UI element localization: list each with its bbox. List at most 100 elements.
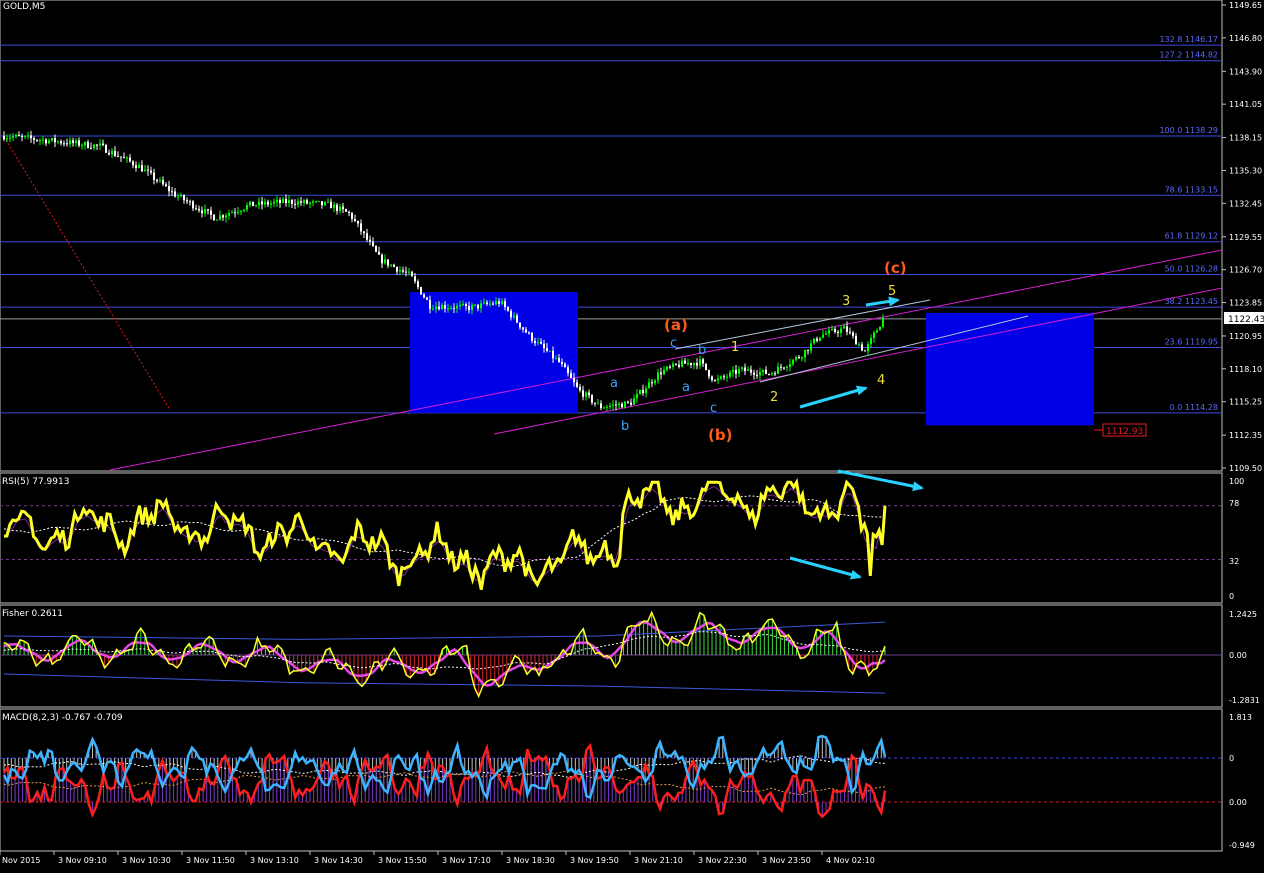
candle-body [435,306,437,309]
candle-body [720,376,722,379]
candle-body [249,201,251,206]
candle-body [108,152,110,155]
candle-body [495,301,497,305]
main-title: GOLD,M5 [3,2,45,12]
rsi-panel-frame [0,472,1223,604]
candle-body [642,389,644,394]
candle-body [438,306,440,310]
main-price-panel: 132.8 1146.17 127.2 1144.82 100.0 1138.29 7… [0,35,1223,471]
fisher-tick-label: 0.00 [1229,651,1247,660]
wave-label-4: 4 [877,373,885,388]
fibo-label: 127.2 1144.82 [1159,51,1218,60]
chart-svg[interactable]: 132.8 1146.17 127.2 1144.82 100.0 1138.29 7… [0,0,1264,869]
candle-body [855,335,857,345]
candle-body [615,404,617,406]
price-tick-label: 1120.95 [1229,332,1262,341]
candle-body [612,404,614,406]
wave-label-a2: a [682,380,690,395]
candle-body [834,329,836,333]
rsi-tick-label: 32 [1229,557,1239,566]
candle-body [774,373,776,375]
candle-body [627,401,629,403]
candle-body [525,329,527,333]
candle-body [558,357,560,362]
candle-body [762,369,764,372]
candle-body [696,363,698,366]
candle-body [507,307,509,311]
candle-body [273,201,275,204]
time-tick-label: 3 Nov 15:50 [378,856,427,865]
candle-body [564,363,566,368]
candle-body [801,357,803,359]
price-tick-label: 1118.10 [1229,365,1262,374]
chart-stage[interactable]: 132.8 1146.17 127.2 1144.82 100.0 1138.29 7… [0,0,1264,869]
candle-body [882,317,884,327]
fisher-tick-label: 1.2425 [1229,610,1257,619]
candle-body [306,200,308,204]
time-tick-label: 4 Nov 02:10 [826,856,875,865]
fibo-label: 132.8 1146.17 [1159,35,1218,44]
time-tick-label: 3 Nov 09:10 [58,856,107,865]
candle-body [531,333,533,341]
fibo-label: 78.6 1133.15 [1165,185,1218,194]
candle-body [480,303,482,309]
candle-body [663,369,665,375]
candle-body [174,191,176,197]
candle-body [360,223,362,232]
candle-body [600,403,602,409]
candle-body [702,359,704,364]
candle-body [585,392,587,397]
target-price-label: 1112.93 [1106,427,1143,437]
candle-body [291,200,293,204]
candle-body [183,195,185,201]
candle-body [225,215,227,218]
candle-body [126,157,128,159]
candle-body [315,201,317,203]
fisher-panel [0,610,1222,699]
candle-body [258,201,260,206]
candle-body [471,305,473,310]
wave-label-b1: b [621,419,629,434]
candle-body [633,398,635,405]
candle-body [492,303,494,305]
candle-body [603,407,605,409]
candle-body [597,403,599,405]
candle-body [726,376,728,378]
candle-body [57,141,59,143]
price-tick-label: 1141.05 [1229,100,1262,109]
candle-body [669,366,671,368]
candle-body [639,389,641,394]
trend-dotted-line [5,139,171,411]
macd-tick-label: 1.813 [1229,713,1252,722]
candle-body [498,301,500,304]
candle-body [45,139,47,144]
candle-body [162,180,164,185]
price-axis: 1149.65 1146.80 1143.90 1141.05 1138.15 1135.… [1222,1,1262,850]
candle-body [444,305,446,309]
candle-body [105,144,107,153]
wave-label-5: 5 [888,284,896,299]
arrow-wave4 [799,386,867,409]
candle-body [138,165,140,169]
candle-body [363,231,365,234]
candle-body [294,203,296,205]
time-tick-label: 3 Nov 18:30 [506,856,555,865]
candle-body [807,349,809,351]
candle-body [732,369,734,373]
time-tick-label: 3 Nov 10:30 [122,856,171,865]
time-tick-label: 3 Nov 13:10 [250,856,299,865]
wave-label-2: 2 [770,390,778,405]
candle-body [216,219,218,221]
fibo-label: 100.0 1138.29 [1159,126,1218,135]
candle-body [867,344,869,352]
candle-body [879,326,881,331]
time-tick-label: 3 Nov 17:10 [442,856,491,865]
candle-body [501,301,503,304]
candle-body [843,326,845,329]
fisher-signal-line [3,620,886,687]
candle-body [288,200,290,204]
fibo-label: 38.2 1123.45 [1165,297,1218,306]
candle-body [465,304,467,307]
candle-body [165,184,167,187]
candle-body [594,402,596,404]
